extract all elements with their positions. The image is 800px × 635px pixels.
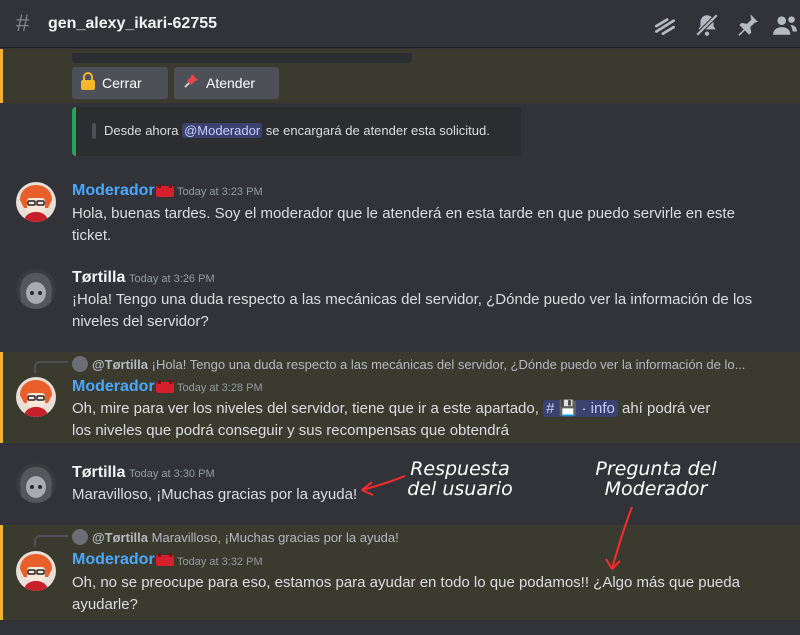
threads-icon[interactable] [652, 12, 678, 38]
hash-icon: # [546, 400, 555, 417]
reply-author: @Tørtilla [92, 357, 149, 372]
reply-author: @Tørtilla [92, 530, 149, 545]
author-tortilla[interactable]: Tørtilla [72, 464, 125, 482]
attend-ticket-button[interactable]: Atender [174, 67, 279, 99]
timestamp: Today at 3:30 PM [129, 468, 215, 480]
arrow-icon [605, 506, 633, 570]
notification-muted-icon[interactable] [694, 12, 720, 38]
avatar-tortilla[interactable] [16, 269, 56, 309]
reply-preview[interactable]: @Tørtilla ¡Hola! Tengo una duda respecto… [72, 356, 772, 372]
message-text: Oh, no se preocupe para eso, estamos par… [72, 574, 740, 613]
avatar-moderador[interactable] [16, 182, 56, 222]
reply-text: ¡Hola! Tengo una duda respecto a las mec… [151, 357, 746, 372]
pushpin-icon [182, 72, 200, 95]
embed-bottom [72, 53, 412, 63]
moderator-badge-icon [156, 380, 174, 393]
author-tortilla[interactable]: Tørtilla [72, 269, 125, 287]
annotation-line: Respuesta [410, 458, 510, 480]
embed-text: Desde ahora @Moderador se encargará de a… [104, 123, 490, 138]
reply-connector [34, 535, 68, 547]
attend-button-label: Atender [206, 75, 256, 91]
annotation-line: del usuario [407, 478, 513, 500]
timestamp: Today at 3:28 PM [177, 382, 263, 394]
avatar-tortilla[interactable] [16, 463, 56, 503]
quote-bar [92, 123, 96, 139]
message-text: ¡Hola! Tengo una duda respecto a las mec… [72, 291, 753, 330]
timestamp: Today at 3:23 PM [177, 186, 263, 198]
author-moderador[interactable]: Moderador [72, 378, 155, 396]
moderator-badge-icon [156, 553, 174, 566]
moderator-badge-icon [156, 184, 174, 197]
message-text-part: los niveles que podrá conseguir y sus re… [72, 422, 509, 439]
timestamp: Today at 3:26 PM [129, 273, 215, 285]
text-channel-icon: # [16, 10, 30, 37]
lock-icon [80, 71, 96, 95]
timestamp: Today at 3:32 PM [177, 556, 263, 568]
reply-avatar [72, 356, 88, 372]
channel-mention-info[interactable]: # 💾 · info [543, 400, 618, 417]
avatar-moderador[interactable] [16, 377, 56, 417]
annotation-line: Moderador [604, 478, 708, 500]
message-text-part: ahí podrá ver [622, 400, 711, 417]
reply-connector [34, 361, 68, 373]
message-text-part: Oh, mire para ver los niveles del servid… [72, 400, 539, 417]
embed-suffix: se encargará de atender esta solicitud. [265, 123, 490, 138]
arrow-icon [361, 475, 406, 496]
channel-mention-label: info [590, 400, 615, 417]
channel-header: # gen_alexy_ikari-62755 [0, 0, 800, 48]
annotation-moderator-question: Pregunta del Moderador [592, 459, 720, 499]
reply-text: Maravilloso, ¡Muchas gracias por la ayud… [151, 530, 399, 545]
reply-preview[interactable]: @Tørtilla Maravilloso, ¡Muchas gracias p… [72, 529, 772, 545]
close-button-label: Cerrar [102, 75, 142, 91]
message-text: Hola, buenas tardes. Soy el moderador qu… [72, 205, 735, 244]
reply-avatar [72, 529, 88, 545]
message-text: Oh, mire para ver los niveles del servid… [72, 398, 772, 442]
annotation-line: Pregunta del [595, 458, 717, 480]
moderator-mention[interactable]: @Moderador [182, 123, 263, 138]
pin-icon[interactable] [734, 12, 760, 38]
embed-prefix: Desde ahora [104, 123, 179, 138]
floppy-disk-icon: 💾 [558, 400, 578, 417]
close-ticket-button[interactable]: Cerrar [72, 67, 168, 99]
member-list-icon[interactable] [772, 12, 798, 38]
channel-name: gen_alexy_ikari-62755 [48, 15, 218, 32]
annotation-user-response: Respuesta del usuario [404, 459, 516, 499]
author-moderador[interactable]: Moderador [72, 551, 155, 569]
assignment-embed: Desde ahora @Moderador se encargará de a… [72, 107, 521, 156]
avatar-moderador[interactable] [16, 551, 56, 591]
author-moderador[interactable]: Moderador [72, 182, 155, 200]
